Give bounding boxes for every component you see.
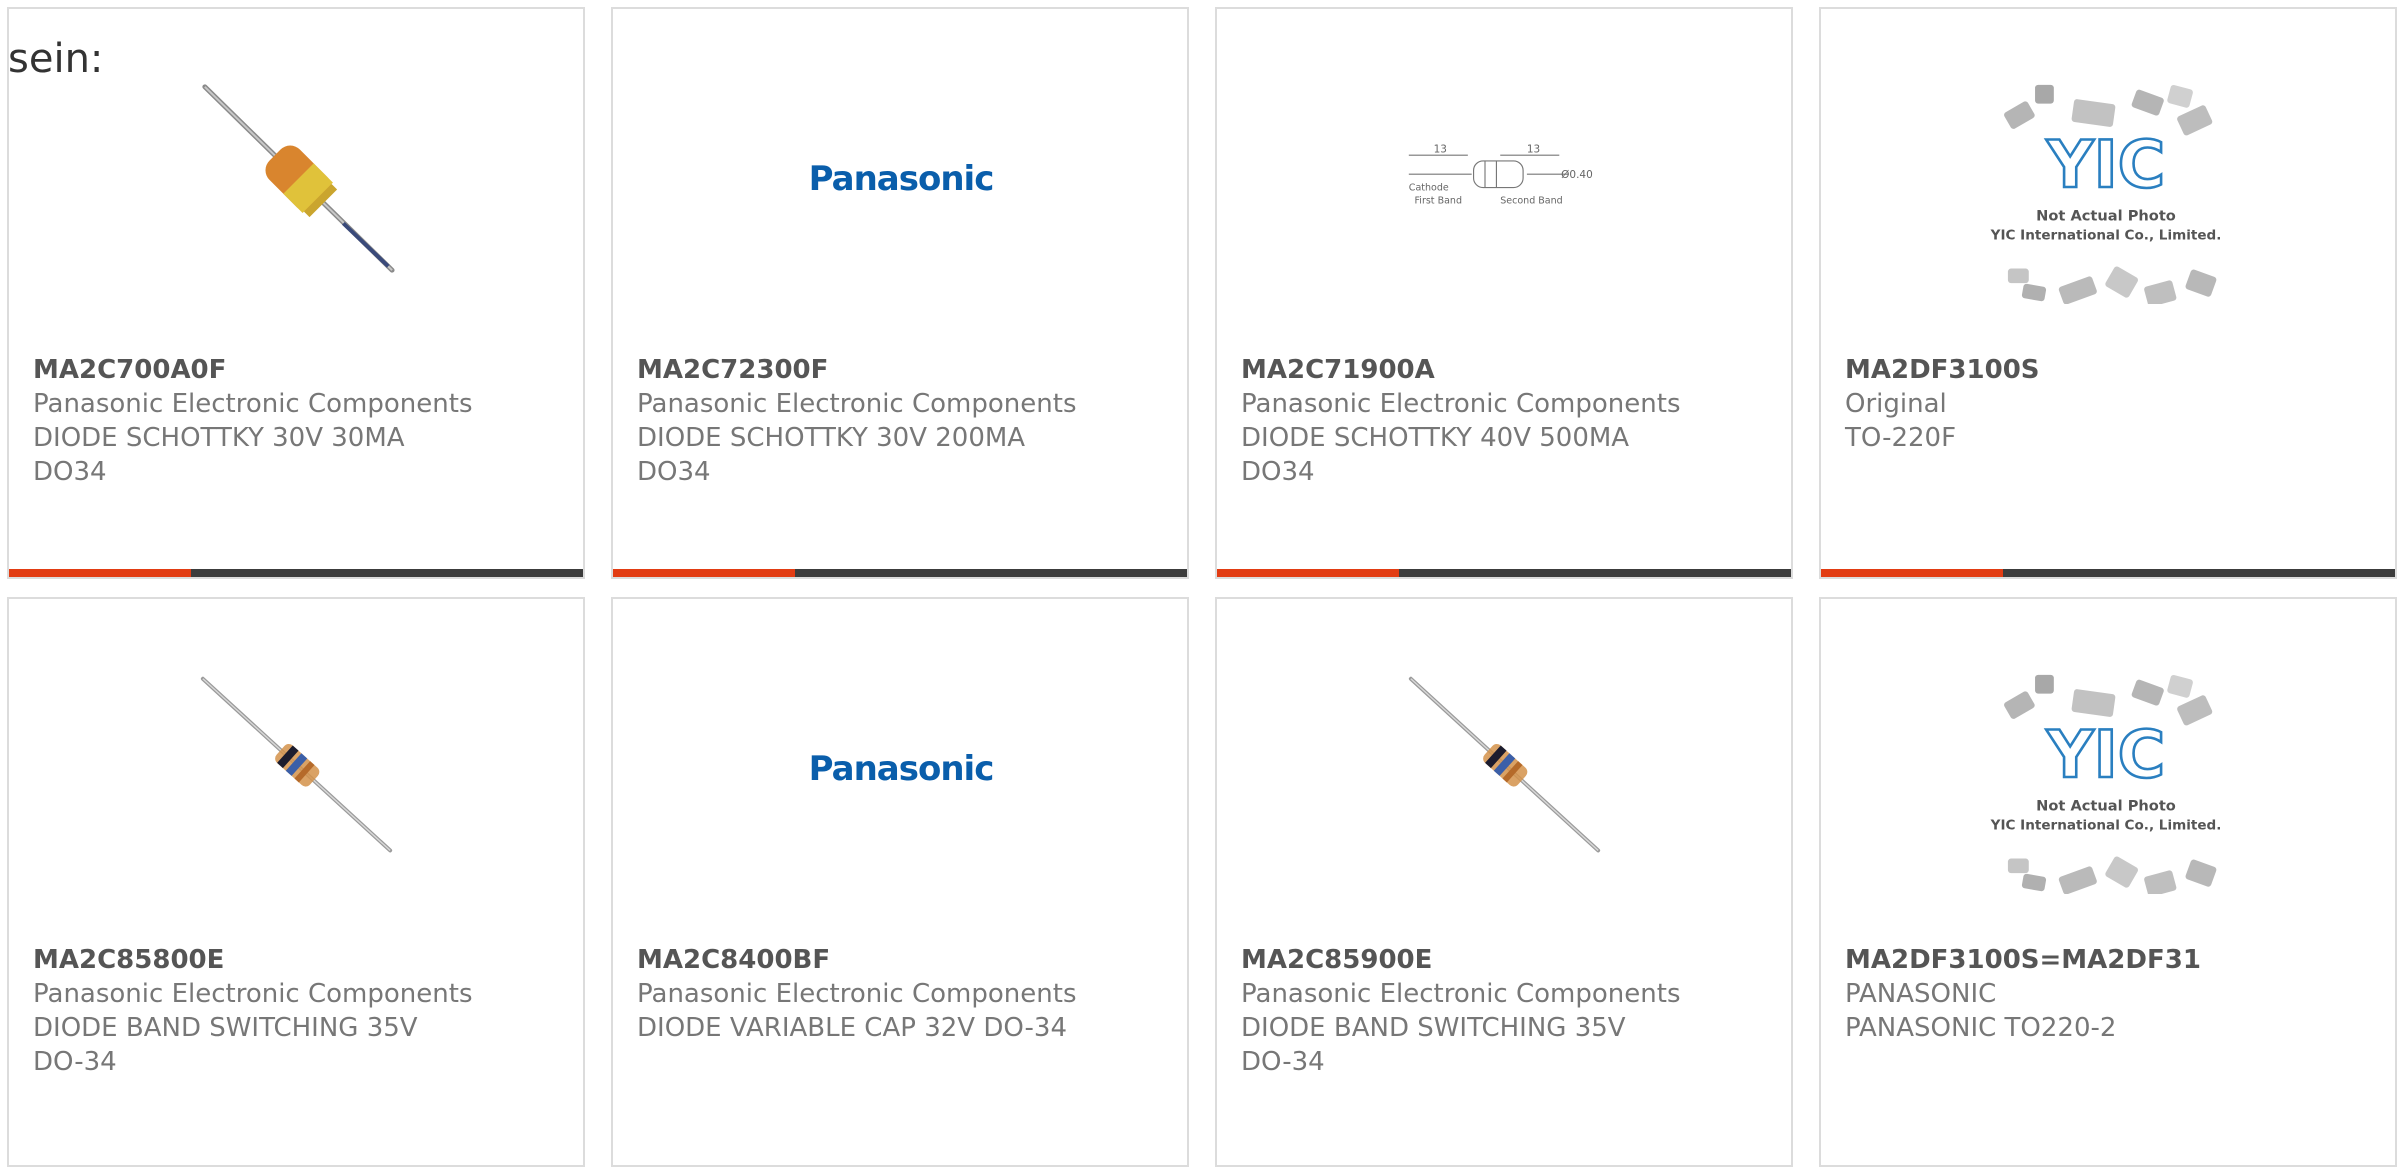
panasonic-logo: Panasonic xyxy=(808,159,995,199)
product-image[interactable] xyxy=(197,669,397,869)
diode-glass-image xyxy=(200,676,393,853)
manufacturer: Panasonic Electronic Components xyxy=(33,389,473,419)
product-detail: DO34 xyxy=(637,457,711,487)
diode-glass-image xyxy=(1408,676,1601,853)
product-card[interactable]: Panasonic MA2C72300F Panasonic Electronic … xyxy=(611,7,1189,579)
product-card[interactable]: MA2C85800E Panasonic Electronic Component… xyxy=(7,597,585,1167)
product-image[interactable]: YIC Not Actual Photo YIC International Co.… xyxy=(1971,649,2241,899)
drawing-dim-right: 13 xyxy=(1527,143,1540,155)
yic-placeholder-image: YIC Not Actual Photo YIC International Co.… xyxy=(1990,674,2222,894)
card-accent-bar xyxy=(1217,569,1399,577)
product-card[interactable]: MA2C85900E Panasonic Electronic Component… xyxy=(1215,597,1793,1167)
product-card[interactable]: MA2C700A0F Panasonic Electronic Component… xyxy=(7,7,585,579)
yic-company-label: YIC International Co., Limited. xyxy=(1990,227,2222,243)
product-image[interactable]: Panasonic xyxy=(801,79,1001,279)
manufacturer: Panasonic Electronic Components xyxy=(637,979,1077,1009)
product-card[interactable]: Panasonic MA2C8400BF Panasonic Electronic … xyxy=(611,597,1189,1167)
product-image[interactable]: 13 13 Ø0.40 Cathode First Band Second Band xyxy=(1405,79,1605,279)
product-info: MA2C72300F Panasonic Electronic Component… xyxy=(637,353,1177,489)
intro-text: sein: xyxy=(8,36,104,82)
part-number[interactable]: MA2C85800E xyxy=(33,943,573,977)
product-grid: MA2C700A0F Panasonic Electronic Component… xyxy=(0,0,2400,1167)
part-number[interactable]: MA2C700A0F xyxy=(33,353,573,387)
card-accent-bar xyxy=(613,569,795,577)
card-bottom-bar xyxy=(1217,569,1791,577)
part-number[interactable]: MA2C8400BF xyxy=(637,943,1177,977)
yic-logo: YIC xyxy=(2046,718,2165,793)
diode-drawing-image: 13 13 Ø0.40 Cathode First Band Second Band xyxy=(1408,143,1593,207)
product-info: MA2C700A0F Panasonic Electronic Component… xyxy=(33,353,573,489)
yic-logo: YIC xyxy=(2046,128,2165,203)
drawing-dim-left: 13 xyxy=(1434,143,1447,155)
drawing-second-band-label: Second Band xyxy=(1500,196,1562,207)
product-image[interactable] xyxy=(1405,669,1605,869)
manufacturer: Original xyxy=(1845,389,1947,419)
card-accent-bar xyxy=(1821,569,2003,577)
manufacturer: Panasonic Electronic Components xyxy=(637,389,1077,419)
product-detail: DIODE BAND SWITCHING 35V xyxy=(33,1013,418,1043)
product-card[interactable]: YIC Not Actual Photo YIC International Co.… xyxy=(1819,7,2397,579)
manufacturer: Panasonic Electronic Components xyxy=(1241,389,1681,419)
part-number[interactable]: MA2DF3100S=MA2DF31 xyxy=(1845,943,2385,977)
product-detail: TO-220F xyxy=(1845,423,1957,453)
product-detail: DO34 xyxy=(1241,457,1315,487)
product-detail: DIODE SCHOTTKY 30V 200MA xyxy=(637,423,1026,453)
part-number[interactable]: MA2C85900E xyxy=(1241,943,1781,977)
part-number[interactable]: MA2C72300F xyxy=(637,353,1177,387)
product-image[interactable] xyxy=(197,79,397,279)
product-detail: DIODE VARIABLE CAP 32V DO-34 xyxy=(637,1013,1068,1043)
product-detail: DIODE BAND SWITCHING 35V xyxy=(1241,1013,1626,1043)
product-info: MA2DF3100S=MA2DF31 PANASONIC PANASONIC TO2… xyxy=(1845,943,2385,1045)
part-number[interactable]: MA2DF3100S xyxy=(1845,353,2385,387)
card-bottom-bar xyxy=(613,569,1187,577)
product-info: MA2C85800E Panasonic Electronic Component… xyxy=(33,943,573,1079)
manufacturer: Panasonic Electronic Components xyxy=(1241,979,1681,1009)
product-info: MA2C8400BF Panasonic Electronic Component… xyxy=(637,943,1177,1045)
product-image[interactable]: YIC Not Actual Photo YIC International Co.… xyxy=(1971,59,2241,309)
not-actual-photo-label: Not Actual Photo xyxy=(2036,208,2176,225)
manufacturer: Panasonic Electronic Components xyxy=(33,979,473,1009)
manufacturer: PANASONIC xyxy=(1845,979,1997,1009)
panasonic-logo: Panasonic xyxy=(808,749,995,789)
product-detail: DO-34 xyxy=(33,1047,117,1077)
product-detail: DIODE SCHOTTKY 40V 500MA xyxy=(1241,423,1630,453)
yic-placeholder-image: YIC Not Actual Photo YIC International Co.… xyxy=(1990,84,2222,304)
drawing-cathode-label: Cathode xyxy=(1409,182,1449,193)
drawing-diameter-label: Ø0.40 xyxy=(1561,169,1593,181)
product-detail: PANASONIC TO220-2 xyxy=(1845,1013,2117,1043)
product-info: MA2C85900E Panasonic Electronic Component… xyxy=(1241,943,1781,1079)
product-detail: DIODE SCHOTTKY 30V 30MA xyxy=(33,423,405,453)
yic-company-label: YIC International Co., Limited. xyxy=(1990,817,2222,833)
product-detail: DO34 xyxy=(33,457,107,487)
card-bottom-bar xyxy=(1821,569,2395,577)
card-bottom-bar xyxy=(9,569,583,577)
product-detail: DO-34 xyxy=(1241,1047,1325,1077)
product-image[interactable]: Panasonic xyxy=(801,669,1001,869)
not-actual-photo-label: Not Actual Photo xyxy=(2036,798,2176,815)
product-info: MA2DF3100S Original TO-220F xyxy=(1845,353,2385,455)
product-info: MA2C71900A Panasonic Electronic Component… xyxy=(1241,353,1781,489)
drawing-first-band-label: First Band xyxy=(1415,196,1462,207)
product-card[interactable]: 13 13 Ø0.40 Cathode First Band Second Band MA2… xyxy=(1215,7,1793,579)
product-card[interactable]: YIC Not Actual Photo YIC International Co.… xyxy=(1819,597,2397,1167)
part-number[interactable]: MA2C71900A xyxy=(1241,353,1781,387)
card-accent-bar xyxy=(9,569,191,577)
diode-orange-band-image xyxy=(202,84,395,273)
